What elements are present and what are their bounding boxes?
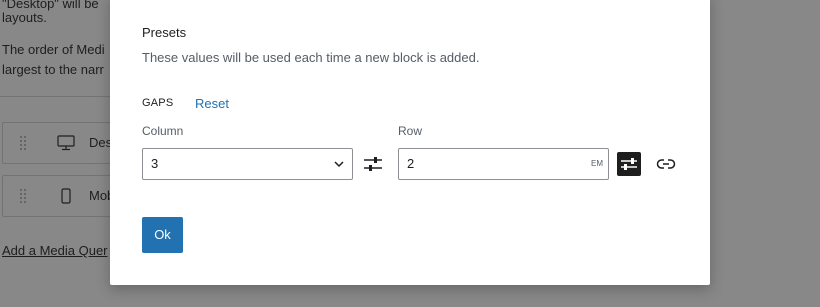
media-query-item-mobile[interactable]: Mob bbox=[2, 175, 122, 217]
drag-handle-icon[interactable] bbox=[19, 135, 27, 153]
media-query-item-desktop[interactable]: Des bbox=[2, 122, 122, 164]
row-number-input[interactable]: 2 EM bbox=[398, 148, 609, 180]
background-text: The order of Medi bbox=[2, 42, 105, 57]
modal-description: These values will be used each time a ne… bbox=[142, 50, 480, 65]
add-media-query-link[interactable]: Add a Media Quer bbox=[2, 243, 108, 258]
reset-button[interactable]: Reset bbox=[195, 96, 229, 111]
link-icon[interactable] bbox=[656, 156, 676, 172]
chevron-down-icon bbox=[334, 161, 344, 168]
column-label: Column bbox=[142, 124, 184, 138]
presets-modal: Presets These values will be used each t… bbox=[110, 0, 710, 285]
ok-button[interactable]: Ok bbox=[142, 217, 183, 253]
gaps-label: GAPS bbox=[142, 97, 174, 109]
divider bbox=[0, 96, 110, 97]
background-settings-panel: "Desktop" will be layouts. The order of … bbox=[0, 0, 122, 307]
column-custom-value-toggle-icon[interactable] bbox=[363, 155, 383, 173]
media-query-label: Des bbox=[89, 135, 113, 150]
row-label: Row bbox=[398, 124, 423, 138]
background-text: largest to the narr bbox=[2, 62, 104, 77]
mobile-icon bbox=[61, 188, 71, 204]
column-select-value: 3 bbox=[151, 156, 159, 171]
background-text: layouts. bbox=[2, 10, 47, 25]
sliders-icon bbox=[621, 158, 637, 170]
column-select[interactable]: 3 bbox=[142, 148, 353, 180]
row-input-value: 2 bbox=[407, 156, 415, 171]
row-custom-value-toggle[interactable] bbox=[617, 152, 641, 176]
modal-title: Presets bbox=[142, 25, 187, 40]
unit-label[interactable]: EM bbox=[591, 149, 603, 179]
drag-handle-icon[interactable] bbox=[19, 188, 27, 206]
desktop-icon bbox=[57, 135, 75, 151]
